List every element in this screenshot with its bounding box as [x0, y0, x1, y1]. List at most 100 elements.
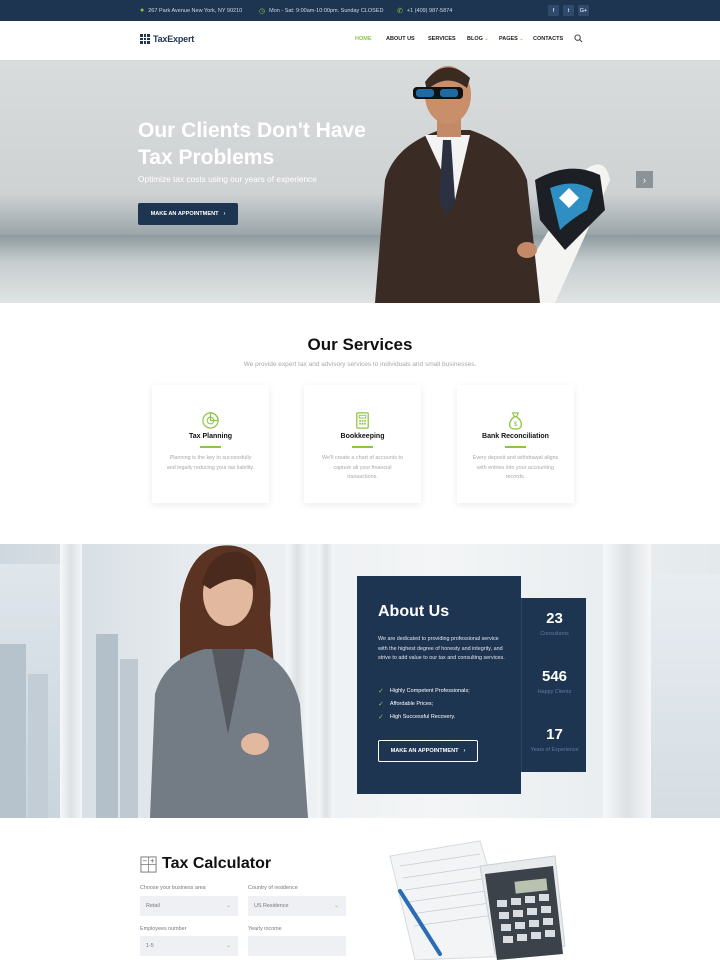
field-label: Employees number — [140, 926, 187, 932]
stat-consultants: 23 Consultants — [521, 598, 586, 656]
hero-slider: Our Clients Don't Have Tax Problems Opti… — [0, 60, 720, 303]
pie-chart-icon — [202, 412, 219, 429]
hero-subtitle: Optimize tax costs using our years of ex… — [138, 174, 317, 184]
service-card-bank-reconciliation[interactable]: $ Bank Reconciliation Every deposit and … — [457, 385, 574, 503]
hero-title: Our Clients Don't Have Tax Problems — [138, 119, 366, 169]
stat-happy-clients: 546 Happy Clients — [521, 656, 586, 714]
hours-text: Mon - Sat: 9:00am-10:00pm. Sunday CLOSED — [269, 7, 384, 14]
about-panel: About Us We are dedicated to providing p… — [357, 576, 521, 794]
field-label: Country of residence — [248, 885, 298, 891]
service-card-title: Tax Planning — [188, 433, 233, 440]
about-appointment-label: MAKE AN APPOINTMENT — [390, 748, 459, 754]
nav-item-pages-label: PAGES — [499, 36, 518, 42]
about-feature-label: High Successful Recovery. — [389, 714, 456, 720]
yearly-income-input[interactable] — [248, 936, 346, 956]
businessman-with-surfboard-image — [375, 66, 610, 303]
about-text: We are dedicated to providing profession… — [378, 636, 505, 661]
about-feature: ✓ High Successful Recovery. — [378, 713, 455, 721]
stat-value: 23 — [546, 610, 563, 627]
nav-item-contacts[interactable]: CONTACTS — [533, 36, 563, 42]
stat-label: Years of Experience — [530, 747, 579, 753]
field-label: Yearly income — [248, 926, 282, 932]
nav-item-about-us[interactable]: ABOUT US — [386, 36, 415, 42]
service-card-text: Every deposit and withdrawal aligns with… — [472, 455, 559, 480]
stat-years-experience: 17 Years of Experience — [521, 714, 586, 772]
about-feature-label: Highly Competent Professionals; — [389, 688, 470, 694]
column — [603, 544, 651, 818]
chevron-right-icon: › — [223, 211, 226, 217]
facebook-icon[interactable]: f — [548, 5, 559, 16]
services-subtitle: We provide expert tax and advisory servi… — [243, 361, 477, 368]
field-label: Choose your business area — [140, 885, 206, 891]
about-feature: ✓ Affordable Prices; — [378, 700, 433, 708]
divider — [505, 446, 526, 448]
nav-item-pages[interactable]: PAGES ⌄ — [499, 36, 524, 42]
about-title: About Us — [378, 603, 450, 620]
stat-value: 17 — [546, 726, 563, 743]
divider — [200, 446, 221, 448]
select-value: 1-5 — [146, 943, 154, 949]
chevron-right-icon: › — [463, 748, 466, 754]
hero-appointment-button[interactable]: MAKE AN APPOINTMENT › — [138, 203, 238, 225]
chevron-down-icon: ⌄ — [333, 903, 339, 909]
chevron-down-icon: ⌄ — [519, 36, 524, 42]
address-text: 267 Park Avenue New York, NY 90210 — [148, 7, 243, 14]
about-feature-label: Affordable Prices; — [389, 701, 434, 707]
hours-info: ◷ Mon - Sat: 9:00am-10:00pm. Sunday CLOS… — [259, 0, 383, 21]
service-card-title: Bank Reconciliation — [482, 433, 549, 440]
google-plus-icon[interactable]: G+ — [578, 5, 589, 16]
nav-item-blog[interactable]: BLOG ⌄ — [467, 36, 489, 42]
stat-label: Consultants — [540, 631, 569, 637]
address-info: ● 267 Park Avenue New York, NY 90210 — [140, 0, 242, 21]
search-icon[interactable] — [574, 34, 583, 43]
stat-label: Happy Clients — [537, 689, 572, 695]
check-icon: ✓ — [378, 714, 384, 721]
check-icon: ✓ — [378, 688, 384, 695]
service-card-bookkeeping[interactable]: Bookkeeping We'll create a chart of acco… — [304, 385, 421, 503]
logo[interactable]: TaxExpert — [140, 34, 194, 44]
check-icon: ✓ — [378, 701, 384, 708]
top-info-bar: ● 267 Park Avenue New York, NY 90210 ◷ M… — [0, 0, 720, 21]
column — [318, 544, 334, 818]
logo-grid-icon — [140, 34, 150, 44]
chevron-right-icon: › — [643, 174, 646, 185]
svg-text:$: $ — [514, 421, 518, 428]
service-card-title: Bookkeeping — [340, 433, 385, 440]
phone-info: ✆ +1 (409) 987-5874 — [397, 0, 452, 21]
businesswoman-image — [150, 545, 308, 818]
phone-text: +1 (409) 987-5874 — [406, 7, 453, 14]
service-card-tax-planning[interactable]: Tax Planning Planning is the key to succ… — [152, 385, 269, 503]
employees-select[interactable]: 1-5 ⌄ — [140, 936, 238, 956]
nav-item-blog-label: BLOG — [467, 36, 483, 42]
calculator-icon — [140, 856, 157, 873]
select-value: Retail — [146, 903, 160, 909]
window-image — [651, 574, 720, 818]
services-title: Our Services — [307, 335, 413, 354]
about-appointment-button[interactable]: MAKE AN APPOINTMENT › — [378, 740, 478, 762]
stat-value: 546 — [541, 668, 568, 685]
clock-icon: ◷ — [259, 7, 266, 15]
divider — [352, 446, 373, 448]
service-card-text: We'll create a chart of accounts to capt… — [322, 455, 403, 480]
city-skyline-image — [0, 634, 138, 818]
hero-appointment-label: MAKE AN APPOINTMENT — [150, 211, 219, 217]
chevron-down-icon: ⌄ — [225, 903, 231, 909]
money-bag-icon: $ — [509, 412, 522, 430]
location-pin-icon: ● — [140, 7, 145, 14]
nav-item-services[interactable]: SERVICES — [428, 36, 456, 42]
nav-item-home[interactable]: HOME — [355, 36, 372, 42]
calculator-title: Tax Calculator — [162, 855, 272, 872]
tax-forms-calculator-image — [389, 840, 566, 960]
country-select[interactable]: US Residence ⌄ — [248, 896, 346, 916]
phone-icon: ✆ — [397, 7, 403, 15]
business-area-select[interactable]: Retail ⌄ — [140, 896, 238, 916]
about-feature: ✓ Highly Competent Professionals; — [378, 687, 470, 695]
calculator-icon — [356, 412, 369, 429]
slider-next-button[interactable]: › — [636, 171, 653, 188]
twitter-icon[interactable]: t — [563, 5, 574, 16]
main-navigation: TaxExpert HOME ABOUT US SERVICES BLOG ⌄ … — [0, 21, 720, 60]
social-links: f t G+ — [548, 5, 589, 16]
logo-text: TaxExpert — [153, 34, 195, 44]
chevron-down-icon: ⌄ — [225, 943, 231, 949]
service-card-text: Planning is the key to successfully and … — [166, 455, 255, 471]
